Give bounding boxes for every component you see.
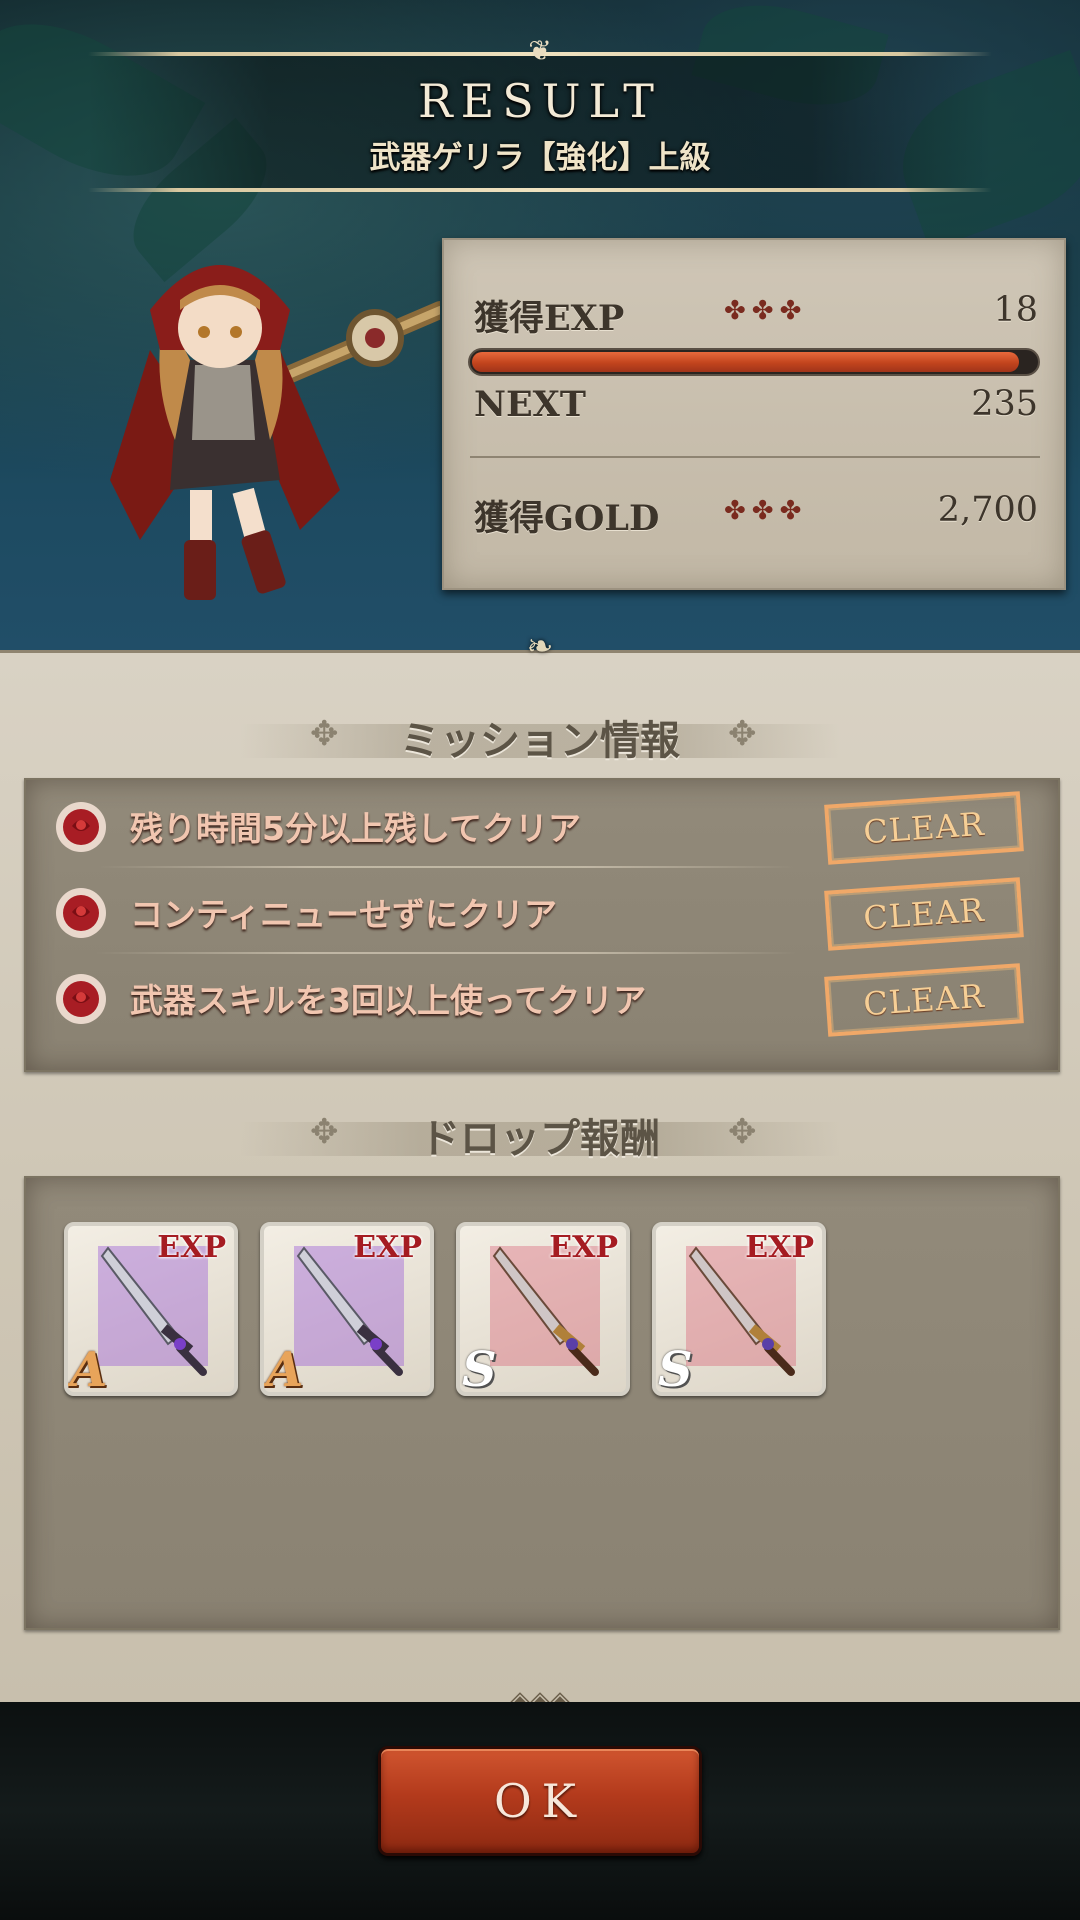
rose-icon bbox=[56, 888, 106, 938]
exp-progress-bar bbox=[468, 348, 1040, 376]
clear-stamp: CLEAR bbox=[824, 963, 1024, 1037]
drops-heading: ドロップ報酬 bbox=[420, 1115, 660, 1162]
mission-separator bbox=[96, 952, 796, 954]
missions-heading: ミッション情報 bbox=[400, 717, 680, 764]
mission-text: コンティニューせずにクリア bbox=[130, 895, 558, 934]
drop-rank-badge: A bbox=[70, 1342, 108, 1396]
section-divider-ornament-icon: ❧ bbox=[526, 627, 554, 665]
gold-label: 獲得GOLD bbox=[474, 498, 660, 539]
stats-panel: 獲得EXP ✤✤✤ 18 NEXT 235 獲得GOLD ✤✤✤ 2,700 bbox=[442, 238, 1066, 590]
mission-row: 武器スキルを3回以上使ってクリア CLEAR bbox=[26, 956, 1058, 1040]
drop-tag: EXP bbox=[353, 1230, 422, 1265]
result-title: RESULT bbox=[418, 74, 662, 128]
stats-divider bbox=[470, 456, 1040, 458]
exp-label: 獲得EXP bbox=[474, 298, 625, 339]
mission-row: 残り時間5分以上残してクリア CLEAR bbox=[26, 784, 1058, 868]
clear-stamp: CLEAR bbox=[824, 791, 1024, 865]
drop-tag: EXP bbox=[745, 1230, 814, 1265]
drop-rank-badge: S bbox=[462, 1342, 497, 1396]
clear-stamp: CLEAR bbox=[824, 877, 1024, 951]
header-ornament-icon: ❦ bbox=[528, 34, 552, 67]
next-value: 235 bbox=[971, 384, 1038, 424]
drop-rank-badge: A bbox=[266, 1342, 304, 1396]
drop-item[interactable]: EXP A bbox=[260, 1222, 434, 1396]
ok-button[interactable]: OK bbox=[378, 1746, 702, 1856]
quest-name: 武器ゲリラ【強化】上級 bbox=[369, 140, 711, 176]
rose-icon bbox=[56, 974, 106, 1024]
mission-text: 武器スキルを3回以上使ってクリア bbox=[130, 981, 647, 1020]
missions-panel: 残り時間5分以上残してクリア CLEAR コンティニューせずにクリア CLEAR… bbox=[24, 778, 1060, 1072]
drop-item[interactable]: EXP S bbox=[456, 1222, 630, 1396]
mission-text: 残り時間5分以上残してクリア bbox=[130, 809, 581, 848]
character-portrait bbox=[110, 265, 440, 600]
mission-row: コンティニューせずにクリア CLEAR bbox=[26, 870, 1058, 954]
exp-value: 18 bbox=[993, 290, 1038, 330]
drop-tag: EXP bbox=[157, 1230, 226, 1265]
rose-icon bbox=[56, 802, 106, 852]
exp-progress-fill bbox=[472, 352, 1019, 372]
drop-item[interactable]: EXP A bbox=[64, 1222, 238, 1396]
drop-tag: EXP bbox=[549, 1230, 618, 1265]
mission-separator bbox=[96, 866, 796, 868]
drops-panel: EXP A EXP A EXP S EXP S bbox=[24, 1176, 1060, 1630]
gold-value: 2,700 bbox=[937, 490, 1038, 530]
gold-cross-icons: ✤✤✤ bbox=[724, 496, 808, 526]
drop-rank-badge: S bbox=[658, 1342, 693, 1396]
next-label: NEXT bbox=[474, 384, 586, 425]
exp-cross-icons: ✤✤✤ bbox=[724, 296, 808, 326]
drop-item[interactable]: EXP S bbox=[652, 1222, 826, 1396]
header-rule-bottom bbox=[88, 188, 992, 192]
